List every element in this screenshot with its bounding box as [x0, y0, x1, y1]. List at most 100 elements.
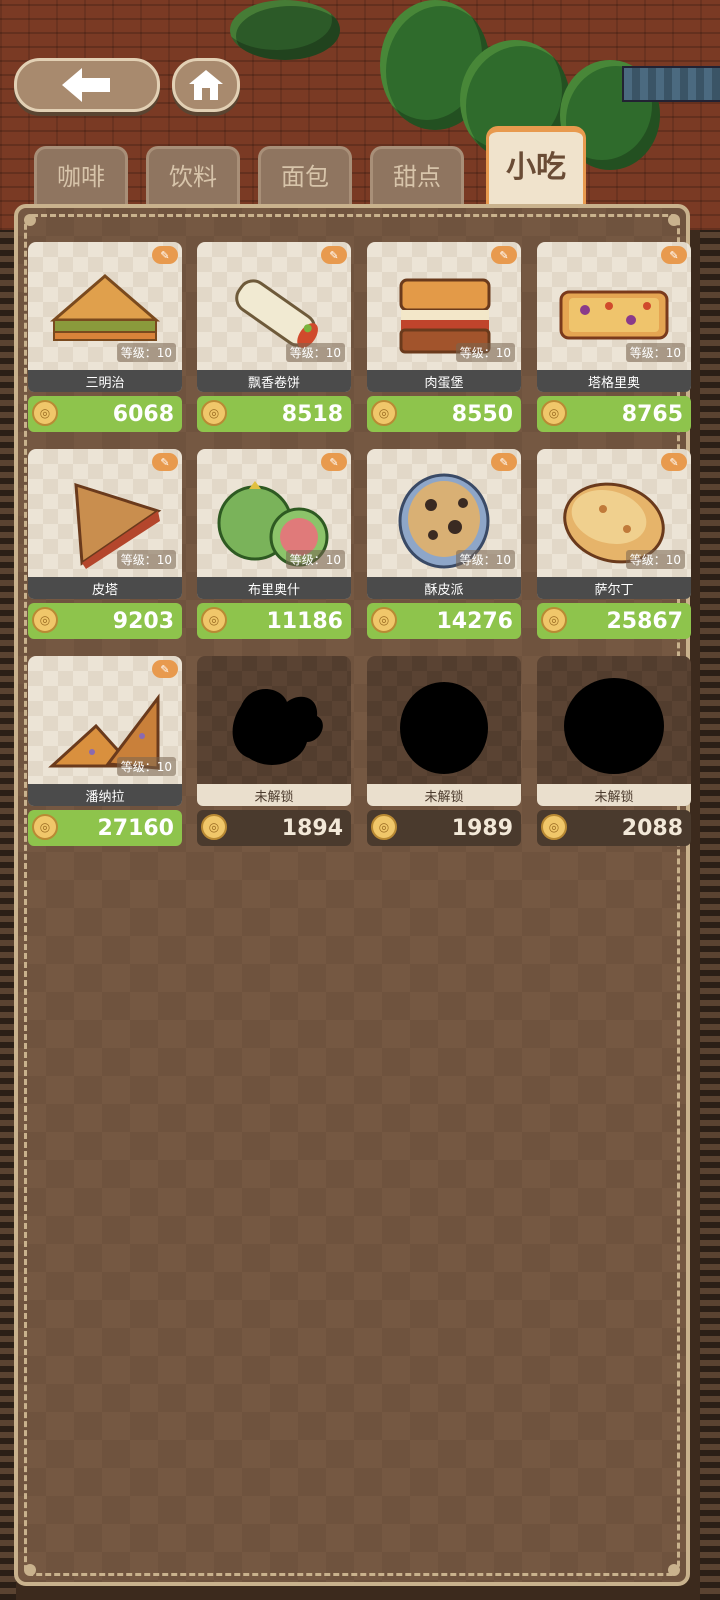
panel-corner	[24, 1564, 36, 1576]
item-level: 等级：10	[285, 550, 345, 569]
price-bar: ◎ 1894	[197, 810, 351, 846]
tab-bread[interactable]: 面包	[258, 146, 352, 208]
item-image-area: 未解锁	[367, 656, 521, 806]
tab-dessert[interactable]: 甜点	[370, 146, 464, 208]
item-image-area: 未解锁	[197, 656, 351, 806]
item-image-area: ✎ 等级：10 飘香卷饼	[197, 242, 351, 392]
pin-icon[interactable]: ✎	[152, 246, 178, 264]
coin-icon: ◎	[201, 607, 227, 633]
back-button[interactable]	[14, 58, 160, 112]
item-price: 1894	[281, 815, 343, 841]
arrow-left-icon	[62, 68, 110, 102]
price-bar: ◎ 1989	[367, 810, 521, 846]
price-bar: ◎ 6068	[28, 396, 182, 432]
locked-item-card[interactable]: 未解锁 ◎ 2088	[537, 656, 691, 850]
item-price: 14276	[436, 608, 513, 634]
tab-label: 甜点	[393, 163, 441, 191]
locked-silhouette-icon	[232, 689, 323, 765]
item-card[interactable]: ✎ 等级：10 三明治 ◎ 6068	[28, 242, 182, 436]
price-bar: ◎ 2088	[537, 810, 691, 846]
item-card[interactable]: ✎ 等级：10 酥皮派 ◎ 14276	[367, 449, 521, 643]
item-image-area: ✎ 等级：10 三明治	[28, 242, 182, 392]
item-name: 潘纳拉	[28, 784, 182, 806]
item-name: 肉蛋堡	[367, 370, 521, 392]
item-image-area: ✎ 等级：10 萨尔丁	[537, 449, 691, 599]
locked-item-card[interactable]: 未解锁 ◎ 1989	[367, 656, 521, 850]
item-level: 等级：10	[116, 343, 176, 362]
pin-icon[interactable]: ✎	[152, 453, 178, 471]
locked-item-card[interactable]: 未解锁 ◎ 1894	[197, 656, 351, 850]
item-image-area: ✎ 等级：10 布里奥什	[197, 449, 351, 599]
item-card[interactable]: ✎ 等级：10 萨尔丁 ◎ 25867	[537, 449, 691, 643]
item-name: 三明治	[28, 370, 182, 392]
item-level: 等级：10	[625, 550, 685, 569]
coin-icon: ◎	[541, 607, 567, 633]
locked-silhouette-icon	[564, 678, 664, 774]
item-image-area: ✎ 等级：10 皮塔	[28, 449, 182, 599]
item-level: 等级：10	[285, 343, 345, 362]
item-price: 11186	[266, 608, 343, 634]
item-name: 未解锁	[367, 784, 521, 806]
pin-icon[interactable]: ✎	[661, 453, 687, 471]
item-price: 9203	[112, 608, 174, 634]
tab-label: 饮料	[169, 163, 217, 191]
price-bar: ◎ 25867	[537, 603, 691, 639]
item-image-area: ✎ 等级：10 塔格里奥	[537, 242, 691, 392]
coin-icon: ◎	[541, 814, 567, 840]
coin-icon: ◎	[371, 400, 397, 426]
item-card[interactable]: ✎ 等级：10 布里奥什 ◎ 11186	[197, 449, 351, 643]
house-icon	[189, 70, 223, 100]
pin-icon[interactable]: ✎	[321, 453, 347, 471]
item-name: 塔格里奥	[537, 370, 691, 392]
panel-corner	[668, 1564, 680, 1576]
item-name: 飘香卷饼	[197, 370, 351, 392]
home-button[interactable]	[172, 58, 240, 112]
item-name: 萨尔丁	[537, 577, 691, 599]
tab-snacks[interactable]: 小吃	[486, 126, 586, 204]
item-name: 布里奥什	[197, 577, 351, 599]
item-name: 未解锁	[197, 784, 351, 806]
tab-label: 咖啡	[57, 163, 105, 191]
coin-icon: ◎	[201, 814, 227, 840]
street-edge	[700, 230, 720, 1600]
item-level: 等级：10	[625, 343, 685, 362]
coin-icon: ◎	[32, 607, 58, 633]
item-image-area: ✎ 等级：10 肉蛋堡	[367, 242, 521, 392]
tab-label: 面包	[281, 163, 329, 191]
item-image-area: ✎ 等级：10 潘纳拉	[28, 656, 182, 806]
price-bar: ◎ 14276	[367, 603, 521, 639]
pin-icon[interactable]: ✎	[321, 246, 347, 264]
coin-icon: ◎	[371, 607, 397, 633]
tree	[230, 0, 340, 60]
item-card[interactable]: ✎ 等级：10 飘香卷饼 ◎ 8518	[197, 242, 351, 436]
pin-icon[interactable]: ✎	[661, 246, 687, 264]
tab-coffee[interactable]: 咖啡	[34, 146, 128, 208]
item-card[interactable]: ✎ 等级：10 皮塔 ◎ 9203	[28, 449, 182, 643]
item-card[interactable]: ✎ 等级：10 塔格里奥 ◎ 8765	[537, 242, 691, 436]
pin-icon[interactable]: ✎	[491, 453, 517, 471]
item-level: 等级：10	[116, 757, 176, 776]
coin-icon: ◎	[201, 400, 227, 426]
coin-icon: ◎	[371, 814, 397, 840]
price-bar: ◎ 27160	[28, 810, 182, 846]
pin-icon[interactable]: ✎	[152, 660, 178, 678]
item-price: 25867	[606, 608, 683, 634]
item-price: 8518	[281, 401, 343, 427]
item-name: 酥皮派	[367, 577, 521, 599]
item-price: 8765	[621, 401, 683, 427]
item-image-area: ✎ 等级：10 酥皮派	[367, 449, 521, 599]
item-image-area: 未解锁	[537, 656, 691, 806]
item-level: 等级：10	[455, 343, 515, 362]
price-bar: ◎ 11186	[197, 603, 351, 639]
item-card[interactable]: ✎ 等级：10 肉蛋堡 ◎ 8550	[367, 242, 521, 436]
price-bar: ◎ 8518	[197, 396, 351, 432]
price-bar: ◎ 8550	[367, 396, 521, 432]
item-price: 27160	[97, 815, 174, 841]
price-bar: ◎ 8765	[537, 396, 691, 432]
item-card[interactable]: ✎ 等级：10 潘纳拉 ◎ 27160	[28, 656, 182, 850]
item-price: 2088	[621, 815, 683, 841]
tab-label: 小吃	[506, 150, 566, 185]
tab-drinks[interactable]: 饮料	[146, 146, 240, 208]
item-price: 8550	[451, 401, 513, 427]
pin-icon[interactable]: ✎	[491, 246, 517, 264]
